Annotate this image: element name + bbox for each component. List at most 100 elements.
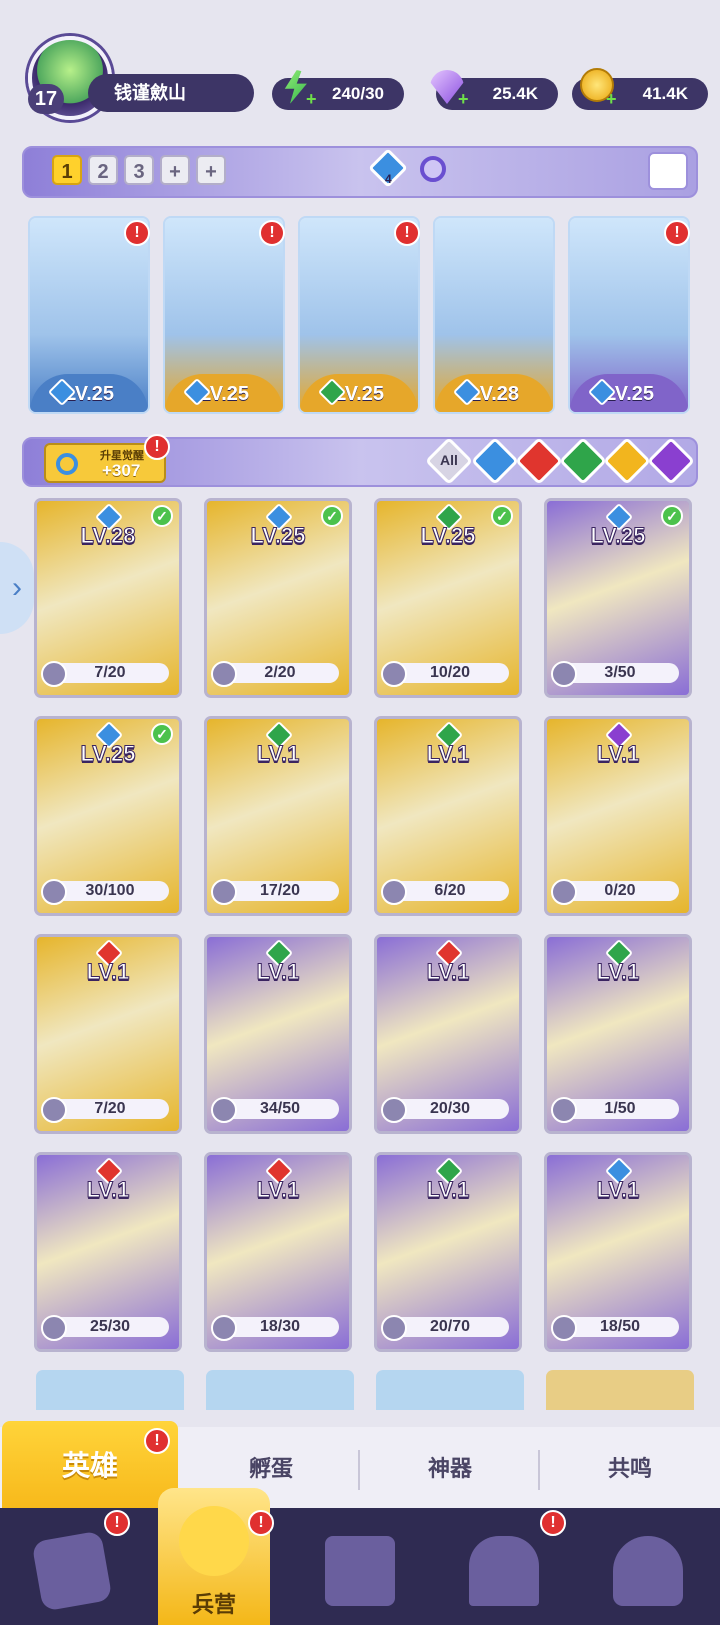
team-slot[interactable]: LV.25 xyxy=(28,216,150,414)
team-slot-alert-badge: ! xyxy=(124,220,150,246)
shard-icon xyxy=(41,879,67,905)
nav-barracks-badge: ! xyxy=(248,1510,274,1536)
hero-card-partial xyxy=(206,1370,354,1410)
hero-level: LV.1 xyxy=(256,959,300,985)
shard-icon xyxy=(551,1097,577,1123)
shard-icon xyxy=(551,1315,577,1341)
tab-artifacts[interactable]: 神器 xyxy=(362,1427,538,1511)
shard-icon xyxy=(381,1097,407,1123)
gem-value: 25.4K xyxy=(492,84,538,103)
shard-icon xyxy=(551,661,577,687)
hero-card[interactable]: LV.1 34/50 xyxy=(204,934,352,1134)
hero-card[interactable]: LV.1 20/30 xyxy=(374,934,522,1134)
player-name: 钱谨歛山 xyxy=(88,74,254,112)
team-slot[interactable]: LV.25 xyxy=(568,216,690,414)
map-book-icon xyxy=(325,1536,395,1606)
shard-icon xyxy=(211,879,237,905)
hero-card-partial xyxy=(376,1370,524,1410)
hero-card[interactable]: LV.1 18/30 xyxy=(204,1152,352,1352)
hero-shard-progress: 7/20 xyxy=(51,1099,169,1119)
gold-value: 41.4K xyxy=(642,84,688,103)
hero-shard-progress: 2/20 xyxy=(221,663,339,683)
hero-card[interactable]: LV.1 18/50 xyxy=(544,1152,692,1352)
hero-level: LV.1 xyxy=(596,1177,640,1203)
shard-icon xyxy=(211,1097,237,1123)
hero-shard-progress: 20/30 xyxy=(391,1099,509,1119)
hero-level: LV.1 xyxy=(426,959,470,985)
share-icon[interactable] xyxy=(648,152,688,190)
hero-shard-progress: 10/20 xyxy=(391,663,509,683)
hero-level: LV.1 xyxy=(596,741,640,767)
hero-level: LV.25 xyxy=(590,523,646,549)
team-slot-alert-badge: ! xyxy=(394,220,420,246)
team-slot-alert-badge: ! xyxy=(664,220,690,246)
player-name-text: 钱谨歛山 xyxy=(114,83,186,103)
guild-mushroom-icon xyxy=(613,1536,683,1606)
hero-level: LV.1 xyxy=(426,1177,470,1203)
hero-card[interactable]: LV.1 25/30 xyxy=(34,1152,182,1352)
hero-card[interactable]: LV.1 20/70 xyxy=(374,1152,522,1352)
team-tab-2[interactable]: 2 xyxy=(88,155,118,185)
hero-level: LV.28 xyxy=(80,523,136,549)
hero-card[interactable]: ✓ LV.25 3/50 xyxy=(544,498,692,698)
team-tab-add-2[interactable]: + xyxy=(196,155,226,185)
hero-card[interactable]: LV.1 1/50 xyxy=(544,934,692,1134)
shard-icon xyxy=(211,661,237,687)
shard-icon xyxy=(381,1315,407,1341)
hero-level: LV.1 xyxy=(256,741,300,767)
hero-shard-progress: 3/50 xyxy=(561,663,679,683)
team-slot-alert-badge: ! xyxy=(259,220,285,246)
filter-all-label: All xyxy=(440,452,458,468)
tab-resonance[interactable]: 共鸣 xyxy=(540,1427,720,1511)
hero-level: LV.25 xyxy=(420,523,476,549)
team-slot-level: LV.25 xyxy=(300,374,418,412)
tab-heroes-badge: ! xyxy=(144,1428,170,1454)
hero-card[interactable]: LV.1 17/20 xyxy=(204,716,352,916)
nav-barracks[interactable]: 兵营 xyxy=(158,1488,270,1625)
hero-card[interactable]: LV.1 0/20 xyxy=(544,716,692,916)
hero-level: LV.25 xyxy=(250,523,306,549)
team-slot-level: LV.25 xyxy=(570,374,688,412)
barracks-icon xyxy=(179,1506,249,1576)
team-tab-add-1[interactable]: + xyxy=(160,155,190,185)
search-icon[interactable] xyxy=(420,156,446,182)
energy-plus-icon[interactable]: + xyxy=(306,90,320,108)
hero-shard-progress: 17/20 xyxy=(221,881,339,901)
team-slot[interactable]: LV.25 xyxy=(163,216,285,414)
awaken-alert-badge: ! xyxy=(144,434,170,460)
hero-card[interactable]: ✓ LV.28 7/20 xyxy=(34,498,182,698)
hero-level: LV.25 xyxy=(80,741,136,767)
team-slot[interactable]: LV.28 xyxy=(433,216,555,414)
key-icon xyxy=(56,453,78,475)
hero-card[interactable]: LV.1 6/20 xyxy=(374,716,522,916)
team-tab-1[interactable]: 1 xyxy=(52,155,82,185)
chevron-right-icon: › xyxy=(12,571,22,604)
nav-map[interactable] xyxy=(288,1508,432,1625)
nav-castle-badge: ! xyxy=(540,1510,566,1536)
shard-icon xyxy=(211,1315,237,1341)
energy-value: 240/30 xyxy=(332,84,384,103)
hero-shard-progress: 20/70 xyxy=(391,1317,509,1337)
hero-card[interactable]: LV.1 7/20 xyxy=(34,934,182,1134)
gem-plus-icon[interactable]: + xyxy=(458,90,472,108)
hero-card[interactable]: ✓ LV.25 2/20 xyxy=(204,498,352,698)
hero-shard-progress: 7/20 xyxy=(51,663,169,683)
team-tab-3[interactable]: 3 xyxy=(124,155,154,185)
gold-plus-icon[interactable]: + xyxy=(606,90,620,108)
nav-guild[interactable] xyxy=(576,1508,720,1625)
castle-icon xyxy=(469,1536,539,1606)
side-drawer-toggle[interactable]: › xyxy=(0,542,34,634)
hero-shard-progress: 34/50 xyxy=(221,1099,339,1119)
team-slot-level: LV.25 xyxy=(30,374,148,412)
nav-cards-badge: ! xyxy=(104,1510,130,1536)
shard-icon xyxy=(41,661,67,687)
hero-shard-progress: 18/50 xyxy=(561,1317,679,1337)
hero-card[interactable]: ✓ LV.25 10/20 xyxy=(374,498,522,698)
team-slot[interactable]: LV.25 xyxy=(298,216,420,414)
hero-level: LV.1 xyxy=(426,741,470,767)
shard-icon xyxy=(551,879,577,905)
awaken-value: +307 xyxy=(102,461,141,480)
tab-divider xyxy=(358,1450,360,1490)
hero-card[interactable]: ✓ LV.25 30/100 xyxy=(34,716,182,916)
hero-shard-progress: 25/30 xyxy=(51,1317,169,1337)
